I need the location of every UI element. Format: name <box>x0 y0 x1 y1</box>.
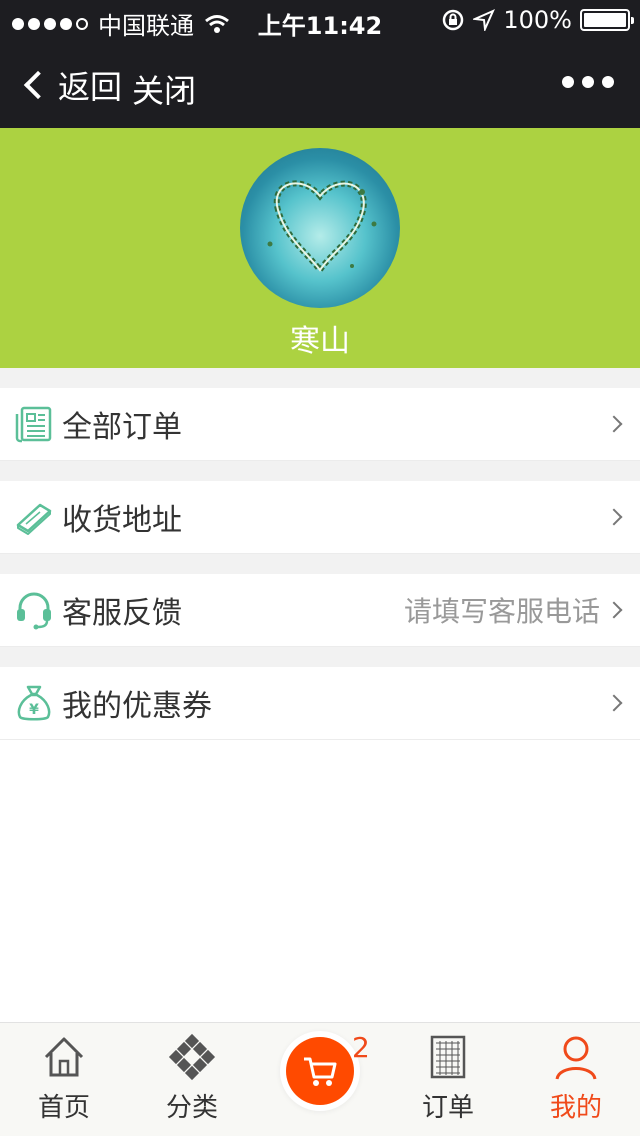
headset-icon <box>17 592 51 630</box>
order-list-icon <box>15 406 52 443</box>
menu-item-label: 收货地址 <box>62 503 182 538</box>
chevron-left-icon <box>23 70 53 100</box>
tab-home[interactable]: 首页 <box>0 1033 128 1124</box>
avatar[interactable] <box>240 148 400 308</box>
tab-label: 订单 <box>421 1093 474 1123</box>
profile-header: 寒山 <box>0 128 640 368</box>
tab-label: 我的 <box>549 1093 602 1123</box>
chevron-right-icon <box>605 415 623 433</box>
menu-item-coupons[interactable]: ¥ 我的优惠券 <box>0 667 640 740</box>
cart-count-badge: 2 <box>352 1031 370 1064</box>
heart-island-image <box>267 180 377 276</box>
orders-icon <box>430 1035 466 1079</box>
section-divider <box>0 554 640 574</box>
username: 寒山 <box>290 324 350 359</box>
section-divider <box>0 461 640 481</box>
coupon-bag-icon: ¥ <box>17 685 51 721</box>
close-button[interactable]: 关闭 <box>132 66 196 112</box>
back-button[interactable]: 返回 <box>20 62 122 108</box>
section-divider <box>0 647 640 667</box>
cart-button[interactable] <box>286 1037 354 1105</box>
menu-item-customer-service[interactable]: 客服反馈 请填写客服电话 <box>0 574 640 647</box>
user-profile-icon <box>555 1036 597 1080</box>
tab-category[interactable]: 分类 <box>128 1033 256 1124</box>
more-menu-icon[interactable] <box>562 76 614 88</box>
menu-list: 全部订单 收货地址 客服反馈 请填写客服电话 ¥ 我的优惠券 <box>0 368 640 740</box>
section-divider <box>0 368 640 388</box>
navigation-bar: 返回 关闭 <box>0 40 640 128</box>
home-icon <box>44 1037 84 1077</box>
tab-label: 分类 <box>165 1093 218 1123</box>
menu-item-address[interactable]: 收货地址 <box>0 481 640 554</box>
menu-item-label: 我的优惠券 <box>62 689 212 724</box>
menu-item-label: 客服反馈 <box>62 596 182 631</box>
bottom-tab-bar: 首页 分类 2 订单 我的 <box>0 1022 640 1136</box>
battery-icon <box>580 9 634 31</box>
tab-orders[interactable]: 订单 <box>384 1033 512 1124</box>
battery-percent: 100% <box>503 6 572 34</box>
menu-item-label: 全部订单 <box>62 410 182 445</box>
category-grid-icon <box>168 1033 216 1081</box>
location-arrow-icon <box>473 9 496 31</box>
tab-label: 首页 <box>37 1093 90 1123</box>
service-phone-hint: 请填写客服电话 <box>403 595 600 628</box>
address-icon <box>16 503 52 535</box>
chevron-right-icon <box>605 601 623 619</box>
tab-mine[interactable]: 我的 <box>512 1033 640 1124</box>
status-bar: 中国联通 上午11:42 100% <box>0 0 640 40</box>
shopping-cart-icon <box>304 1057 337 1086</box>
chevron-right-icon <box>605 694 623 712</box>
rotation-lock-icon <box>443 9 464 31</box>
svg-text:¥: ¥ <box>29 702 39 718</box>
status-right: 100% <box>441 6 634 34</box>
menu-item-all-orders[interactable]: 全部订单 <box>0 388 640 461</box>
back-label: 返回 <box>58 68 123 106</box>
chevron-right-icon <box>605 508 623 526</box>
